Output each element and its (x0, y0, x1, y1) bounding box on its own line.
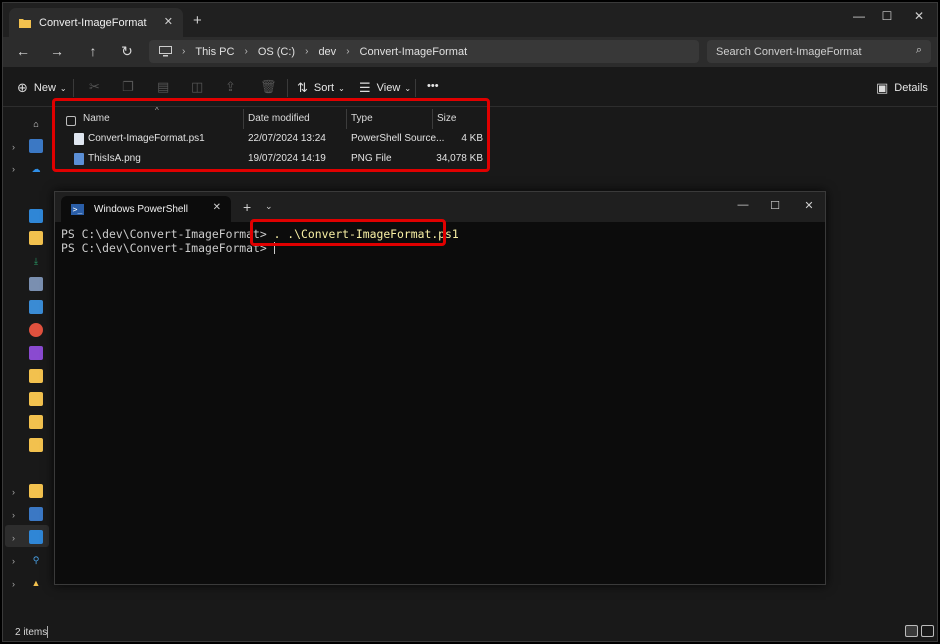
back-arrow-icon[interactable]: ← (13, 43, 33, 59)
onedrive-cloud-icon[interactable]: ☁ (29, 162, 43, 176)
chevron-right-icon[interactable]: › (12, 579, 15, 589)
console-prompt: PS C:\dev\Convert-ImageFormat> (61, 227, 274, 241)
chevron-down-icon[interactable]: ⌄ (265, 201, 273, 212)
drive-icon[interactable] (29, 507, 43, 521)
explorer-tab-bar: Convert-ImageFormat ✕ + — ☐ ✕ (3, 3, 937, 37)
toolbar-divider (287, 79, 288, 97)
details-button[interactable]: ▣ Details (876, 80, 928, 96)
new-label: New (33, 82, 56, 94)
folder-icon[interactable] (29, 484, 43, 498)
chevron-right-icon[interactable]: › (12, 164, 15, 174)
close-window-icon[interactable]: ✕ (799, 199, 819, 212)
chevron-right-icon[interactable]: › (12, 142, 15, 152)
details-view-icon[interactable] (905, 625, 918, 637)
folder-icon[interactable] (29, 415, 43, 429)
search-placeholder: Search Convert-ImageFormat (716, 45, 862, 58)
item-count: 2 items (15, 627, 48, 638)
folder-icon[interactable] (29, 438, 43, 452)
status-divider (47, 626, 48, 638)
cut-icon[interactable]: ✂ (89, 79, 100, 95)
chevron-right-icon[interactable]: › (12, 487, 15, 497)
file-list-highlight (52, 98, 490, 172)
close-tab-icon[interactable]: ✕ (213, 202, 221, 213)
chevron-right-icon: › (244, 46, 248, 57)
folder-icon[interactable] (29, 231, 43, 245)
pictures-icon[interactable] (29, 300, 43, 314)
chevron-down-icon: ⌄ (59, 83, 67, 93)
status-bar: 2 items (3, 623, 937, 641)
folder-icon[interactable] (29, 369, 43, 383)
powershell-tab[interactable]: >_ Windows PowerShell ✕ (61, 196, 231, 222)
breadcrumb-convert-imageformat[interactable]: Convert-ImageFormat (360, 46, 468, 58)
downloads-icon[interactable]: ⤓ (29, 254, 43, 268)
chevron-right-icon[interactable]: › (12, 556, 15, 566)
breadcrumb-os-c[interactable]: OS (C:) (258, 46, 295, 58)
refresh-icon[interactable]: ↻ (117, 43, 137, 60)
maximize-icon[interactable]: ☐ (877, 9, 897, 23)
gallery-icon[interactable] (29, 139, 43, 153)
explorer-tab-title: Convert-ImageFormat (39, 16, 147, 29)
toolbar-divider (73, 79, 74, 97)
minimize-icon[interactable]: — (733, 199, 753, 211)
folder-icon[interactable] (29, 392, 43, 406)
tiles-view-icon[interactable] (921, 625, 934, 637)
explorer-tab[interactable]: Convert-ImageFormat ✕ (9, 8, 183, 37)
rename-icon[interactable]: ◫ (191, 79, 203, 95)
up-arrow-icon[interactable]: ↑ (83, 43, 103, 59)
new-button[interactable]: ⊕ New ⌄ (17, 80, 67, 96)
command-highlight (250, 219, 446, 246)
close-window-icon[interactable]: ✕ (909, 9, 929, 23)
breadcrumb-this-pc[interactable]: This PC (195, 46, 234, 58)
copy-icon[interactable]: ❐ (122, 79, 134, 95)
sort-icon: ⇅ (297, 80, 308, 95)
plus-circle-icon: ⊕ (17, 80, 28, 95)
music-icon[interactable] (29, 323, 43, 337)
details-label: Details (894, 82, 928, 94)
powershell-title-bar: >_ Windows PowerShell ✕ + ⌄ — ☐ ✕ (55, 192, 825, 222)
close-tab-icon[interactable]: ✕ (164, 15, 173, 28)
folder-icon (19, 18, 31, 28)
chevron-right-icon: › (305, 46, 309, 57)
home-icon[interactable]: ⌂ (29, 117, 43, 131)
videos-icon[interactable] (29, 346, 43, 360)
search-icon: ⌕ (915, 44, 922, 56)
sort-button[interactable]: ⇅ Sort ⌄ (297, 80, 345, 96)
search-input[interactable]: Search Convert-ImageFormat ⌕ (707, 40, 931, 63)
view-label: View (376, 82, 401, 94)
chevron-right-icon: › (346, 46, 350, 57)
new-tab-icon[interactable]: + (243, 199, 251, 215)
chevron-right-icon[interactable]: › (12, 510, 15, 520)
network-icon[interactable]: ⚲ (29, 553, 43, 567)
this-pc-icon[interactable] (29, 530, 43, 544)
chevron-down-icon: ⌄ (404, 83, 412, 93)
address-bar[interactable]: › This PC › OS (C:) › dev › Convert-Imag… (149, 40, 699, 63)
sort-label: Sort (313, 82, 335, 94)
computer-icon (159, 46, 172, 57)
view-icon: ☰ (359, 80, 371, 95)
more-options-button[interactable]: ••• (427, 80, 439, 92)
chevron-down-icon: ⌄ (338, 83, 345, 93)
delete-icon[interactable]: 🗑 (260, 79, 277, 95)
chevron-right-icon[interactable]: › (12, 533, 15, 543)
navigation-pane: ⌂ › › ☁ ⤓ › › › › ⚲ › ▲ (3, 107, 49, 623)
address-row: ← → ↑ ↻ › This PC › OS (C:) › dev › Conv… (3, 37, 937, 67)
documents-icon[interactable] (29, 277, 43, 291)
breadcrumb-dev[interactable]: dev (318, 46, 336, 58)
chevron-right-icon: › (182, 46, 186, 57)
paste-icon[interactable]: ▤ (157, 79, 169, 95)
maximize-icon[interactable]: ☐ (765, 199, 785, 212)
minimize-icon[interactable]: — (849, 9, 869, 23)
view-button[interactable]: ☰ View ⌄ (359, 80, 411, 96)
desktop-icon[interactable] (29, 209, 43, 223)
powershell-window: >_ Windows PowerShell ✕ + ⌄ — ☐ ✕ PS C:\… (54, 191, 826, 585)
new-tab-icon[interactable]: + (193, 12, 202, 29)
console-prompt: PS C:\dev\Convert-ImageFormat> (61, 240, 274, 255)
powershell-icon: >_ (71, 203, 84, 215)
toolbar-divider (415, 79, 416, 97)
details-pane-icon: ▣ (876, 80, 889, 95)
powershell-tab-title: Windows PowerShell (94, 203, 188, 215)
share-icon[interactable]: ⇪ (225, 79, 236, 95)
linux-icon[interactable]: ▲ (29, 576, 43, 590)
forward-arrow-icon[interactable]: → (47, 43, 67, 59)
